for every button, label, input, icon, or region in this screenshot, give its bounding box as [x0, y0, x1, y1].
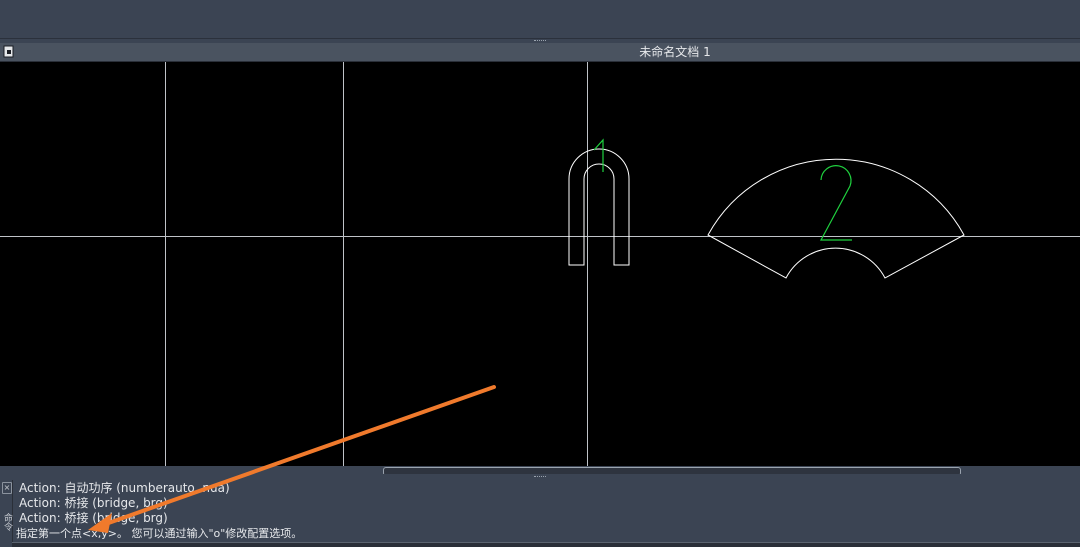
command-prompt: 指定第一个点<x,y>。 您可以通过输入"o"修改配置选项。: [16, 527, 303, 540]
app-window: 未命名文档 1 × 命令 Action: 自动功序 (numberauto, n…: [0, 0, 1080, 547]
drawing-canvas[interactable]: [0, 62, 1080, 466]
history-line-3: Action: 桥接 (bridge, brg): [19, 511, 168, 525]
history-line-2: Action: 桥接 (bridge, brg): [19, 496, 168, 510]
command-side-bar: × 命令: [0, 480, 13, 547]
label-1: [593, 138, 604, 172]
document-title-bar: 未命名文档 1: [0, 43, 1080, 62]
splitter-grip-icon[interactable]: [534, 476, 546, 479]
command-input[interactable]: [12, 542, 1080, 547]
ribbon-area: [0, 0, 1080, 38]
drawing-svg[interactable]: [0, 62, 1080, 466]
command-panel: × 命令 Action: 自动功序 (numberauto, nua) Acti…: [0, 480, 1080, 547]
command-side-label: 命令: [2, 513, 12, 531]
hairpin-shape: [568, 148, 630, 266]
label-2: [819, 165, 852, 241]
document-title: 未命名文档 1: [639, 45, 711, 59]
close-icon[interactable]: ×: [2, 482, 12, 494]
fan-shape: [707, 158, 965, 279]
history-line-1: Action: 自动功序 (numberauto, nua): [19, 481, 230, 495]
